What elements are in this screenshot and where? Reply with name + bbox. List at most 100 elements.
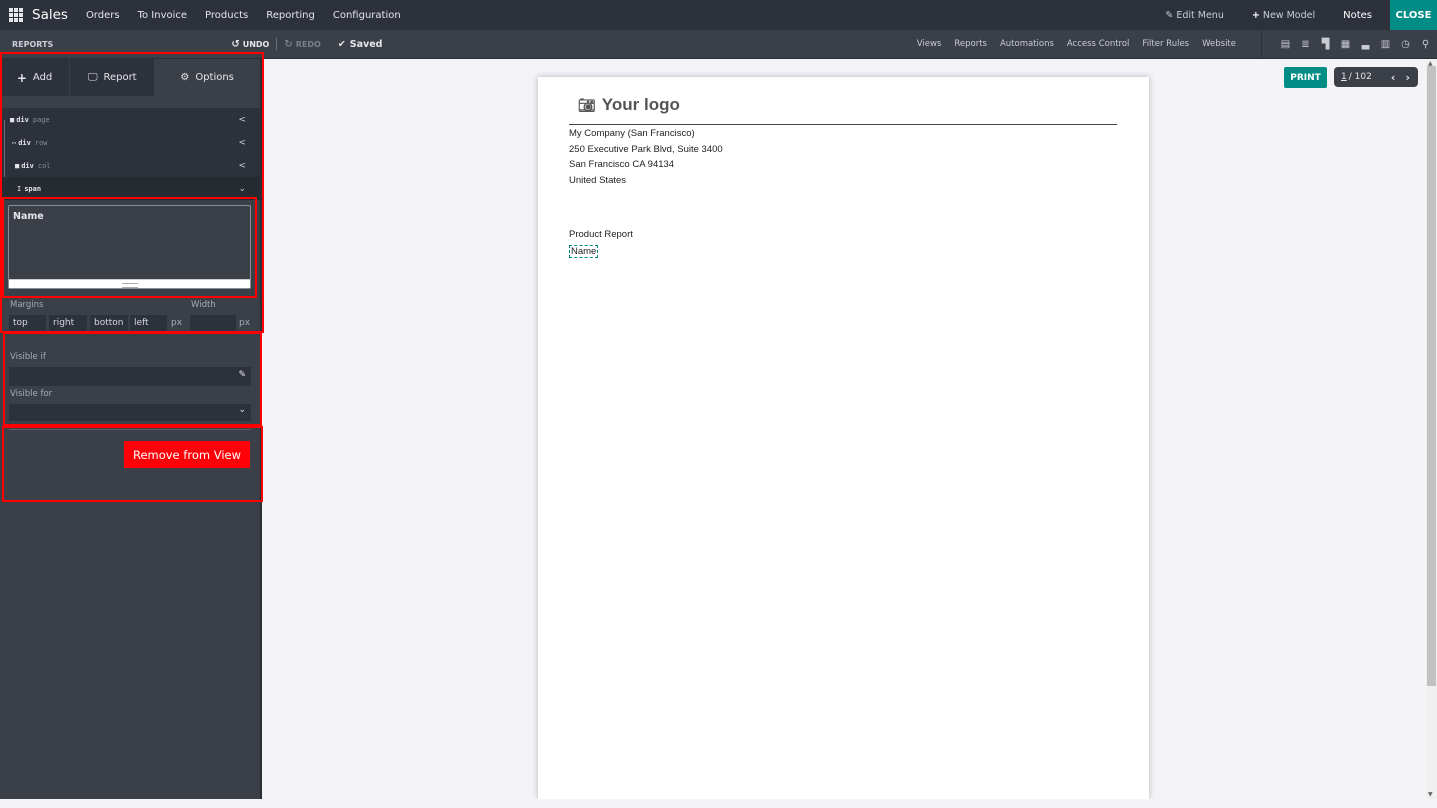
tree-item-div-row[interactable]: ⋯ div row <	[0, 131, 260, 154]
scroll-down-icon[interactable]: ▼	[1428, 791, 1433, 798]
link-views[interactable]: Views	[917, 39, 942, 49]
redo-icon: ↻	[284, 38, 293, 50]
text-editor[interactable]: Name	[8, 205, 251, 289]
apps-grid-icon[interactable]	[9, 8, 23, 22]
width-px-unit: px	[239, 318, 251, 328]
link-automations[interactable]: Automations	[1000, 39, 1054, 49]
tree-class: row	[34, 138, 48, 147]
visible-if-label: Visible if	[10, 352, 46, 362]
menu-to-invoice[interactable]: To Invoice	[138, 10, 187, 21]
tree-item-div-page[interactable]: ■ div page <	[0, 108, 260, 131]
tree-item-span[interactable]: I span ⌄	[0, 177, 260, 200]
pager-next-icon[interactable]: ›	[1405, 71, 1410, 84]
pencil-icon[interactable]: ✎	[238, 370, 246, 380]
pager-previous-icon[interactable]: ‹	[1391, 71, 1396, 84]
plus-icon: +	[16, 70, 27, 85]
logo-text: Your logo	[601, 95, 680, 114]
chevron-left-icon[interactable]: <	[238, 115, 246, 125]
link-website[interactable]: Website	[1202, 39, 1236, 49]
undo-button[interactable]: ↺ UNDO	[231, 39, 269, 50]
pencil-icon: ✎	[1165, 9, 1174, 21]
company-address[interactable]: My Company (San Francisco) 250 Executive…	[569, 126, 723, 188]
pivot-view-icon[interactable]: ▥	[1380, 39, 1391, 50]
tab-report[interactable]: 🖵 Report	[70, 59, 156, 96]
monitor-icon: 🖵	[87, 72, 98, 83]
text-cursor-icon: I	[17, 184, 22, 193]
menu-reporting[interactable]: Reporting	[266, 10, 315, 21]
list-view-icon[interactable]: ≣	[1300, 39, 1311, 50]
link-reports[interactable]: Reports	[954, 39, 987, 49]
sidebar-tabs: + Add 🖵 Report ⚙ Options	[0, 59, 260, 96]
tab-report-label: Report	[103, 72, 137, 83]
width-label: Width	[191, 300, 216, 310]
chevron-down-icon[interactable]: ⌄	[238, 184, 246, 194]
folder-icon: ■	[15, 161, 20, 170]
close-button[interactable]: CLOSE	[1390, 0, 1437, 30]
form-view-icon[interactable]: ▤	[1280, 39, 1291, 50]
breadcrumb[interactable]: REPORTS	[12, 40, 53, 49]
tree-tag: span	[24, 184, 42, 193]
saved-label: Saved	[349, 38, 383, 50]
report-page: 📷︎ Your logo My Company (San Francisco) …	[538, 77, 1149, 799]
folder-icon: ■	[10, 115, 15, 124]
tab-add-label: Add	[32, 72, 53, 83]
notes-button[interactable]: Notes	[1343, 10, 1372, 21]
tree-item-div-col[interactable]: ■ div col <	[0, 154, 260, 177]
menu-orders[interactable]: Orders	[86, 10, 120, 21]
chevron-left-icon[interactable]: <	[238, 161, 246, 171]
editor-text[interactable]: Name	[9, 206, 250, 227]
remove-from-view-button[interactable]: Remove from View	[124, 441, 250, 468]
visible-if-input[interactable]: ✎	[9, 367, 251, 386]
redo-button[interactable]: ↻ REDO	[284, 39, 320, 50]
edit-menu-label: Edit Menu	[1176, 9, 1224, 21]
search-view-icon[interactable]: ⚲	[1420, 39, 1431, 50]
tree-tag: div	[18, 138, 31, 147]
edit-menu-button[interactable]: ✎ Edit Menu	[1165, 10, 1224, 21]
margin-px-unit: px	[171, 318, 183, 328]
graph-view-icon[interactable]: ▃	[1360, 39, 1371, 50]
margin-top-input[interactable]: top	[9, 315, 46, 332]
company-logo[interactable]: 📷︎ Your logo	[578, 95, 680, 115]
address-line: My Company (San Francisco)	[569, 128, 695, 139]
calendar-view-icon[interactable]: ▦	[1340, 39, 1351, 50]
address-line: San Francisco CA 94134	[569, 159, 675, 170]
camera-icon: 📷︎	[578, 96, 596, 113]
bottom-strip	[0, 799, 1437, 808]
kanban-view-icon[interactable]: ▜	[1320, 39, 1331, 50]
menu-configuration[interactable]: Configuration	[333, 10, 401, 21]
app-name[interactable]: Sales	[32, 7, 68, 23]
pager-current[interactable]: 1	[1341, 72, 1347, 82]
margin-left-input[interactable]: left	[130, 315, 167, 332]
pager-total: / 102	[1348, 72, 1372, 82]
selected-field-name[interactable]: Name	[569, 245, 599, 258]
ellipsis-icon: ⋯	[12, 138, 17, 147]
new-model-label: New Model	[1262, 9, 1316, 21]
activity-view-icon[interactable]: ◷	[1400, 39, 1411, 50]
address-line: United States	[569, 174, 627, 186]
width-input[interactable]	[190, 315, 236, 332]
chevron-left-icon[interactable]: <	[238, 138, 246, 148]
header-rule	[569, 124, 1117, 125]
vertical-scrollbar[interactable]: ▲ ▼	[1426, 59, 1437, 799]
redo-label: REDO	[295, 39, 321, 49]
tree-class: page	[32, 115, 50, 124]
separator	[276, 38, 278, 50]
undo-icon: ↺	[231, 38, 240, 50]
report-preview-area: 📷︎ Your logo My Company (San Francisco) …	[264, 59, 1426, 799]
new-model-button[interactable]: + New Model	[1252, 10, 1315, 21]
menu-products[interactable]: Products	[205, 10, 248, 21]
studio-toolbar: REPORTS ↺ UNDO ↻ REDO ✔ Saved Views Repo…	[0, 30, 1437, 59]
tab-options[interactable]: ⚙ Options	[155, 59, 260, 96]
visible-for-select[interactable]: ⌄	[9, 404, 251, 421]
print-button[interactable]: PRINT	[1284, 67, 1327, 88]
link-access-control[interactable]: Access Control	[1067, 39, 1130, 49]
scrollbar-thumb[interactable]	[1427, 66, 1436, 686]
link-filter-rules[interactable]: Filter Rules	[1142, 39, 1189, 49]
report-title[interactable]: Product Report	[569, 229, 633, 240]
tab-add[interactable]: + Add	[0, 59, 71, 96]
chevron-down-icon: ⌄	[238, 405, 246, 415]
resize-handle[interactable]	[9, 279, 250, 288]
margin-bottom-input[interactable]: botton	[90, 315, 128, 332]
margin-right-input[interactable]: right	[49, 315, 87, 332]
gear-icon: ⚙	[180, 72, 190, 83]
